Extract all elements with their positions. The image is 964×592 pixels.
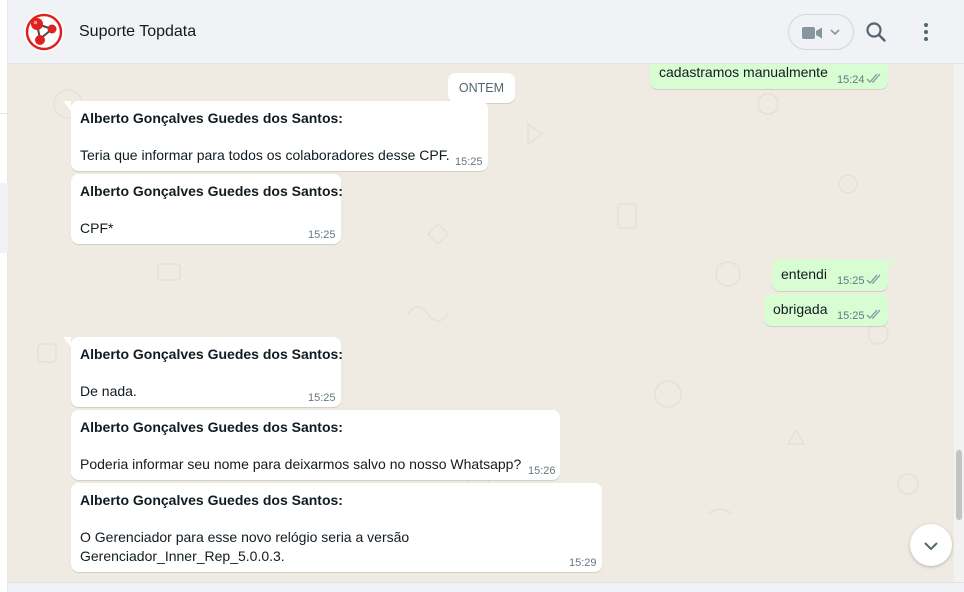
contact-name[interactable]: Suporte Topdata [79,23,196,41]
search-icon [866,22,886,42]
bubble-tail [63,337,71,347]
message-bubble-outgoing[interactable]: obrigada 15:25 [764,294,888,326]
topdata-logo-icon [25,13,63,51]
message-text: entendi [781,266,827,282]
message-text: obrigada [773,301,828,317]
message-text: Teria que informar para todos os colabor… [80,147,450,163]
left-panel-edge [0,0,8,592]
search-button[interactable] [864,20,888,44]
message-text: cadastramos manualmente [659,64,828,80]
chevron-down-icon [924,542,938,551]
message-time: 15:25 [308,392,336,404]
message-bubble-incoming[interactable]: Alberto Gonçalves Guedes dos Santos: O G… [71,483,602,572]
message-sender: Alberto Gonçalves Guedes dos Santos: [80,492,343,508]
message-bubble-incoming[interactable]: Alberto Gonçalves Guedes dos Santos: Pod… [71,410,560,480]
double-check-icon [866,274,881,284]
message-time: 15:24 [837,74,865,86]
message-sender: Alberto Gonçalves Guedes dos Santos: [80,419,343,435]
composer-edge [8,582,964,592]
date-divider: ONTEM [448,73,515,103]
video-call-button[interactable] [788,14,854,50]
message-time: 15:29 [569,557,597,569]
message-text-line: O Gerenciador para esse novo relógio ser… [80,529,410,545]
double-check-icon [866,73,881,83]
message-time: 15:25 [455,156,483,168]
message-text: Poderia informar seu nome para deixarmos… [80,456,522,472]
video-camera-icon [802,27,822,39]
scroll-to-bottom-button[interactable] [910,524,952,566]
left-panel-selected-row[interactable] [0,183,8,253]
scrollbar-thumb[interactable] [956,450,962,520]
message-time: 15:25 [837,310,865,322]
left-panel-divider [0,113,8,114]
message-sender: Alberto Gonçalves Guedes dos Santos: [80,346,343,362]
chevron-down-icon [830,29,840,36]
message-bubble-incoming[interactable]: Alberto Gonçalves Guedes dos Santos: CPF… [71,174,343,244]
contact-avatar[interactable] [24,12,64,52]
message-text: De nada. [80,383,137,399]
menu-button[interactable] [914,20,938,44]
message-time: 15:25 [308,229,336,241]
message-time: 15:26 [528,465,556,477]
message-sender: Alberto Gonçalves Guedes dos Santos: [80,183,343,199]
menu-dots-icon [924,23,928,41]
message-bubble-outgoing[interactable]: cadastramos manualmente 15:24 [650,64,888,89]
message-bubble-outgoing[interactable]: entendi 15:25 [772,259,888,291]
message-time: 15:25 [837,275,865,287]
chat-header: Suporte Topdata [8,0,964,64]
bubble-tail [63,101,71,111]
message-list[interactable]: ONTEM cadastramos manualmente 15:24 Albe… [8,64,954,582]
double-check-icon [866,309,881,319]
bubble-tail [888,259,896,269]
message-text-line: Gerenciador_Inner_Rep_5.0.0.3. [80,548,285,564]
message-bubble-incoming[interactable]: Alberto Gonçalves Guedes dos Santos: Ter… [71,101,488,171]
message-bubble-incoming[interactable]: Alberto Gonçalves Guedes dos Santos: De … [71,337,343,407]
message-sender: Alberto Gonçalves Guedes dos Santos: [80,110,343,126]
message-text: CPF* [80,220,114,236]
